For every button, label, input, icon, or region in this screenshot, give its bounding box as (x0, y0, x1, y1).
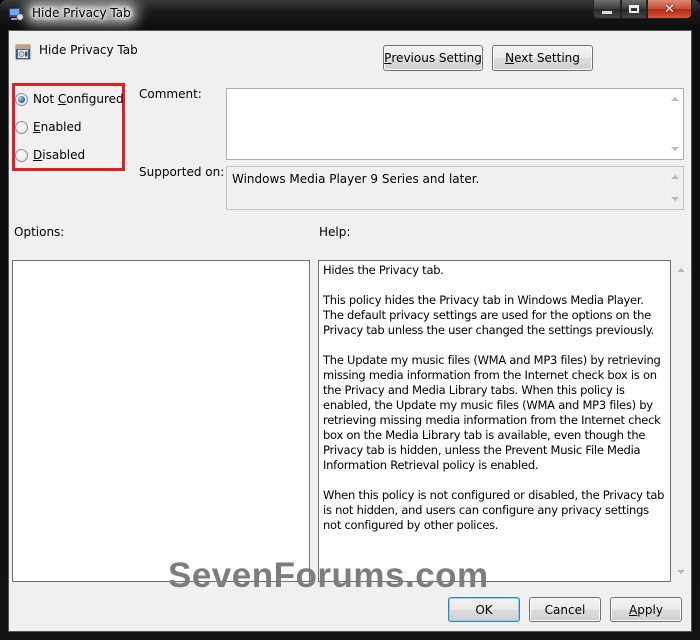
help-paragraph: The Update my music files (WMA and MP3 f… (323, 353, 664, 472)
policy-setting-icon (8, 7, 24, 21)
cancel-button[interactable]: Cancel (529, 597, 601, 622)
radio-button-selected[interactable] (15, 92, 28, 106)
radio-label: Not Configured (33, 92, 124, 106)
comment-label: Comment: (139, 87, 202, 101)
help-scrollbar[interactable] (672, 260, 690, 582)
scroll-down-arrow-icon[interactable] (671, 147, 679, 151)
supported-on-label: Supported on: (139, 165, 225, 179)
close-button[interactable]: ✕ (647, 0, 692, 19)
close-icon: ✕ (664, 1, 675, 17)
radio-not-configured[interactable]: Not Configured (15, 92, 124, 106)
next-setting-button[interactable]: Next Setting (492, 45, 593, 71)
ok-button[interactable]: OK (448, 597, 520, 622)
maximize-icon (629, 5, 639, 13)
options-label: Options: (14, 225, 65, 239)
radio-enabled[interactable]: Enabled (15, 120, 82, 134)
minimize-icon (602, 10, 612, 14)
help-paragraph: When this policy is not configured or di… (323, 488, 668, 532)
button-label: OK (475, 602, 493, 617)
supported-on-value: Windows Media Player 9 Series and later. (232, 172, 480, 186)
options-panel (12, 260, 310, 582)
caption-buttons: ✕ (593, 0, 692, 20)
radio-button[interactable] (15, 120, 28, 134)
policy-title: Hide Privacy Tab (39, 43, 138, 57)
previous-setting-button[interactable]: Previous Setting (383, 45, 483, 71)
button-label: revious Setting (391, 51, 482, 65)
button-label: Cancel (544, 602, 586, 617)
comment-scrollbar[interactable] (666, 89, 683, 159)
supported-on-scrollbar[interactable] (666, 167, 683, 209)
help-text: Hides the Privacy tab. This policy hides… (323, 263, 666, 533)
mnemonic: N (505, 51, 515, 65)
help-panel: Hides the Privacy tab. This policy hides… (318, 260, 671, 582)
scroll-up-arrow-icon[interactable] (671, 175, 679, 179)
help-paragraph: This policy hides the Privacy tab in Win… (323, 293, 655, 337)
mnemonic: A (629, 602, 638, 617)
radio-button[interactable] (15, 148, 28, 162)
policy-setting-icon (15, 44, 31, 60)
button-label: ext Setting (514, 51, 580, 65)
window-title: Hide Privacy Tab (30, 6, 133, 20)
radio-disabled[interactable]: Disabled (15, 148, 85, 162)
scroll-down-arrow-icon[interactable] (671, 197, 679, 201)
scroll-up-arrow-icon[interactable] (677, 268, 685, 272)
radio-label: Disabled (33, 148, 86, 162)
supported-on-field: Windows Media Player 9 Series and later. (226, 166, 684, 210)
watermark: SevenForums.com (168, 556, 489, 595)
radio-label: Enabled (33, 120, 82, 134)
policy-dialog-window: Hide Privacy Tab ✕ Hide Privacy Tab Prev… (0, 0, 700, 640)
button-label: pply (637, 602, 663, 617)
scroll-up-arrow-icon[interactable] (671, 97, 679, 101)
maximize-button[interactable] (621, 0, 647, 19)
mnemonic: P (384, 51, 392, 65)
help-label: Help: (319, 225, 351, 239)
comment-textarea[interactable] (226, 88, 684, 160)
dialog-client-area: Hide Privacy Tab Previous Setting Next S… (8, 30, 692, 632)
apply-button[interactable]: Apply (610, 597, 682, 622)
help-paragraph: Hides the Privacy tab. (323, 263, 444, 277)
title-bar[interactable]: Hide Privacy Tab ✕ (0, 0, 700, 28)
minimize-button[interactable] (593, 0, 621, 19)
scroll-down-arrow-icon[interactable] (677, 570, 685, 574)
